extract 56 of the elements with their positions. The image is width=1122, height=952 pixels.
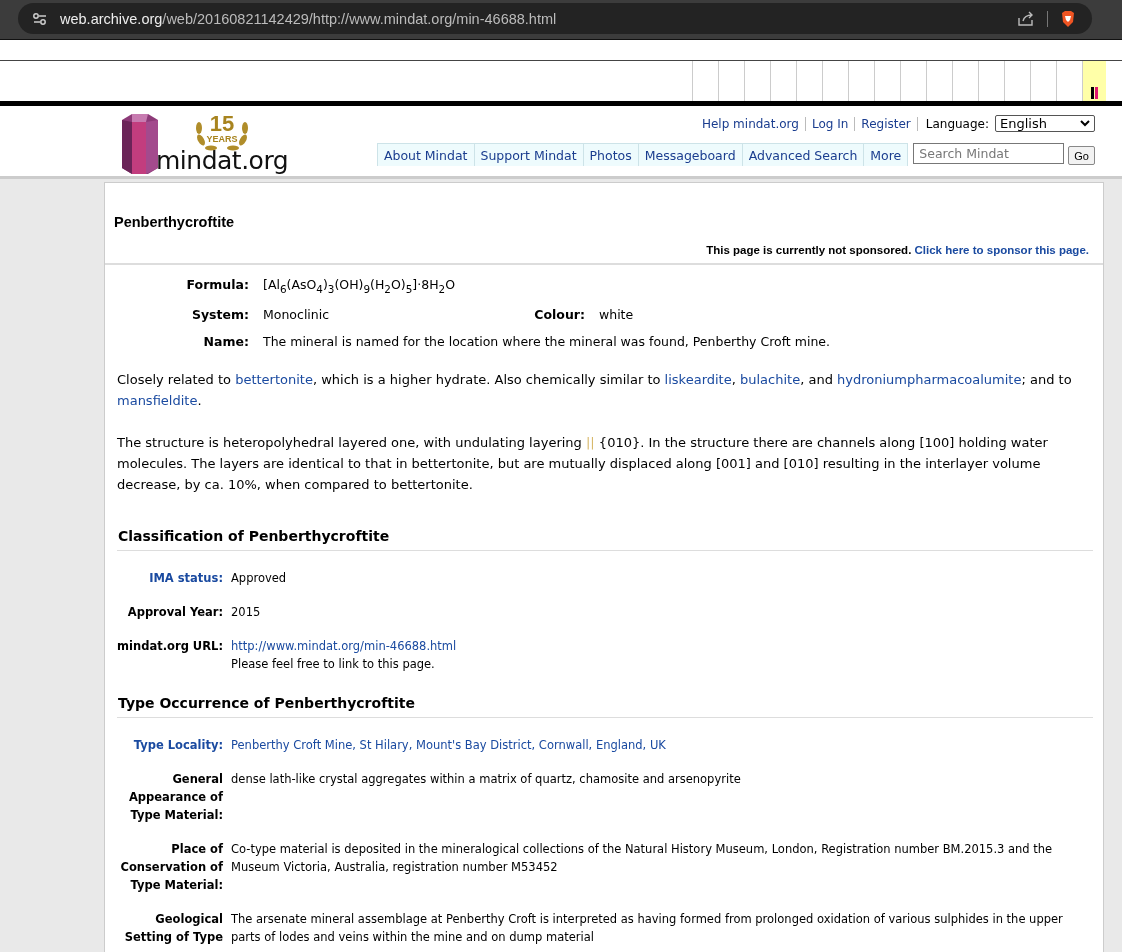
field-note: Please feel free to link to this page.: [231, 655, 436, 673]
chevron-down-icon: [1080, 120, 1090, 127]
header-link[interactable]: Log In: [804, 116, 849, 131]
field-value: Monoclinic: [263, 306, 331, 322]
field-label: System:: [190, 306, 249, 322]
formula-text: [Al$_{6}$(AsO$_{4}$)$_{3}$(OH)$_{9}$(H$_{2}$O)$_{5}$]·8H$_{2}$O: [263, 277, 455, 295]
site-settings-icon[interactable]: [32, 11, 48, 26]
field-label: Approval Year:: [127, 604, 223, 619]
search-field[interactable]: Search Mindat: [913, 143, 1065, 164]
field-label: Place of Conservation of Type Material:: [120, 841, 223, 892]
field-label: Colour:: [533, 306, 585, 322]
field-value: dense lath-like crystal aggregates within a matrix of quartz, chamosite and arsenopyrite: [231, 770, 741, 788]
nav-tab[interactable]: More: [863, 143, 909, 166]
sponsor-text: This page is currently not sponsored.: [706, 244, 912, 256]
field-value: Approved: [231, 569, 287, 587]
description-paragraph: Closely related to bettertonite, which is a higher hydrate. Also chemically similar to liskeardite, bulachite, and hydroniumpharmacoalumite; and to mansfieldite.: [117, 370, 1073, 410]
nav-tab[interactable]: Advanced Search: [741, 143, 865, 166]
language-label: Language:: [916, 116, 989, 131]
anniversary-badge: 15 YEARS: [191, 114, 254, 148]
url-text: web.archive.org/web/20160821142429/http://www.mindat.org/min-46688.html: [60, 10, 558, 27]
description-paragraph: The structure is heteropolyhedral layered one, with undulating layering || {010}. In the structure there are channels along [100] holding water molecules. The layers are identical to that in bettertonite, but are mutually displaced along [001] and [010] resulting in the interlayer volume decrease, by ca. 10%, when compared to bettertonite.: [117, 433, 1049, 494]
section-heading: Classification of Penberthycroftite: [117, 527, 1093, 551]
field-value: The mineral is named for the location where the mineral was found, Penberthy Croft mine.: [263, 333, 830, 349]
field-label[interactable]: IMA status:: [149, 570, 223, 585]
share-icon[interactable]: [1017, 10, 1035, 27]
field-value: Co-type material is deposited in the mineralogical collections of the Natural History Museum, London, Registration number BM.2015.3 and the Museum Victoria, Australia, registration number M53452: [231, 840, 1054, 876]
mineral-link[interactable]: bettertonite: [235, 371, 313, 387]
language-select[interactable]: English: [995, 115, 1095, 132]
site-logo[interactable]: 15 YEARS mindat.org: [118, 112, 289, 174]
mineral-link[interactable]: liskeardite: [664, 371, 732, 387]
field-link[interactable]: Penberthy Croft Mine, St Hilary, Mount's Bay District, Cornwall, England, UK: [231, 735, 666, 754]
nav-tab[interactable]: Messageboard: [637, 143, 743, 166]
lion-shield-icon[interactable]: [1060, 9, 1076, 28]
field-value: 2015: [231, 603, 261, 621]
header-link[interactable]: Help mindat.org: [701, 116, 799, 131]
field-label: General Appearance of Type Material:: [128, 771, 223, 822]
field-label: Name:: [202, 333, 249, 349]
mineral-link[interactable]: hydroniumpharmacoalumite: [837, 371, 1022, 387]
nav-tab[interactable]: About Mindat: [376, 143, 475, 166]
field-value: The arsenate mineral assemblage at Penberthy Croft is interpreted as having formed from prolonged oxidation of various sulphides in the upper parts of lodes and veins within the mine and on dump material: [231, 910, 1064, 946]
field-label: mindat.org URL:: [117, 638, 223, 653]
sponsor-link[interactable]: Click here to sponsor this page.: [914, 244, 1089, 256]
field-value: white: [599, 306, 634, 322]
field-link[interactable]: http://www.mindat.org/min-46688.html: [231, 636, 457, 655]
mineral-link[interactable]: mansfieldite: [117, 392, 198, 408]
field-label: Geological Setting of Type: [124, 911, 223, 944]
field-label: Formula:: [185, 277, 249, 292]
nav-tab[interactable]: Photos: [582, 143, 639, 166]
header-link[interactable]: Register: [854, 116, 911, 131]
page-title: Penberthycroftite: [114, 214, 236, 230]
nav-tab[interactable]: Support Mindat: [473, 143, 584, 166]
field-label[interactable]: Type Locality:: [133, 737, 223, 752]
section-heading: Type Occurrence of Penberthycroftite: [117, 694, 1093, 718]
address-bar[interactable]: web.archive.org/web/20160821142429/http://www.mindat.org/min-46688.html: [18, 3, 1092, 34]
go-button[interactable]: Go: [1068, 146, 1095, 165]
capture-marker-icon[interactable]: [1082, 61, 1106, 101]
